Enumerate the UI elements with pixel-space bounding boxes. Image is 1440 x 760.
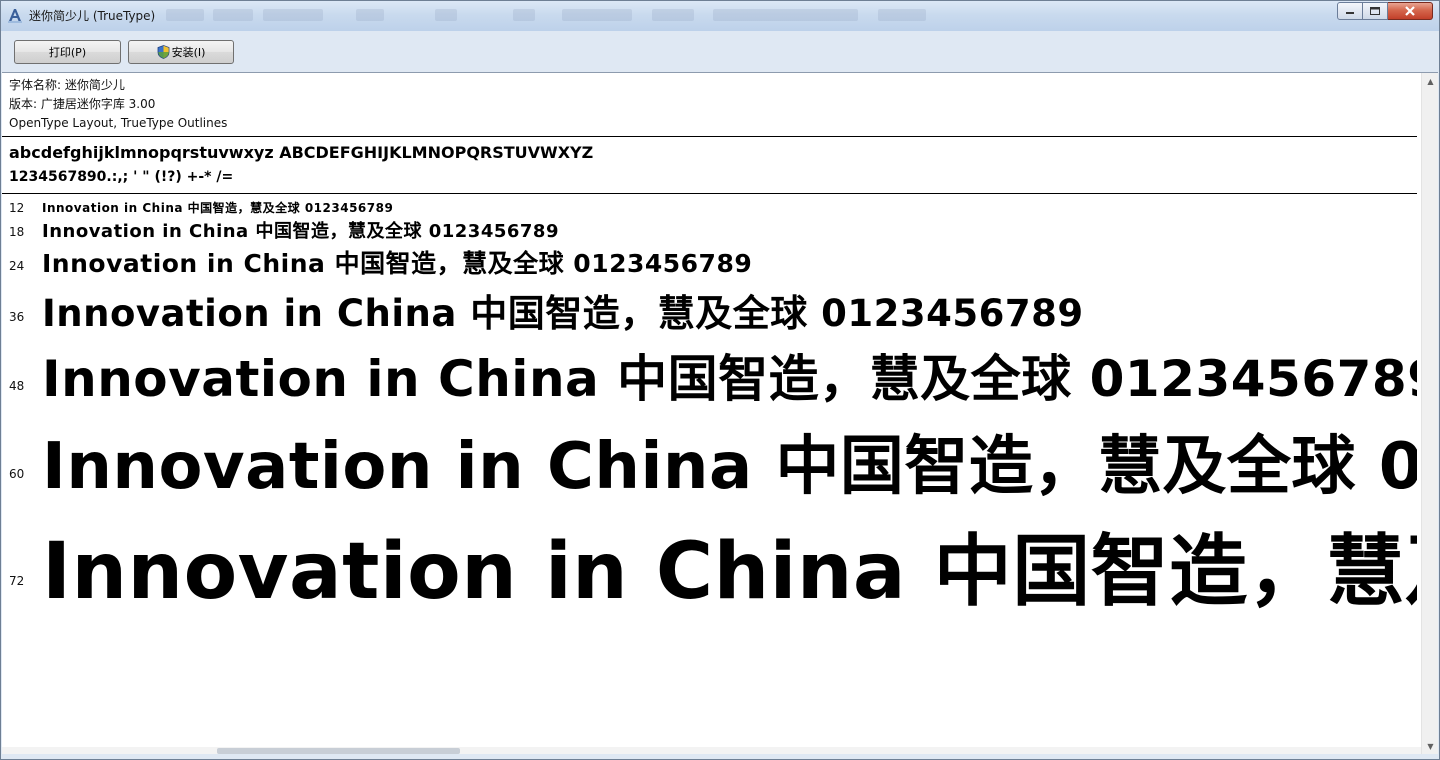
sample-text: Innovation in China 中国智造，慧及全球 0123456789: [42, 527, 1417, 613]
size-label: 36: [9, 310, 25, 324]
sample-text: Innovation in China 中国智造，慧及全球 0123456789: [42, 350, 1417, 405]
font-format-line: OpenType Layout, TrueType Outlines: [9, 116, 228, 130]
sample-row-12: 12 Innovation in China 中国智造，慧及全球 0123456…: [2, 197, 1417, 217]
blurred-background-tab: [263, 9, 323, 21]
blurred-background-tab: [878, 9, 926, 21]
window-controls: [1337, 2, 1433, 21]
sample-row-36: 36 Innovation in China 中国智造，慧及全球 0123456…: [2, 281, 1417, 333]
divider: [2, 193, 1417, 194]
blurred-background-tab: [562, 9, 632, 21]
sample-text: Innovation in China 中国智造，慧及全球 0123456789: [42, 249, 753, 278]
sample-row-60: 60 Innovation in China 中国智造，慧及全球 0123456…: [2, 409, 1417, 499]
blurred-background-tab: [166, 9, 204, 21]
sample-text: Innovation in China 中国智造，慧及全球 0123456789: [42, 430, 1417, 499]
window-title: 迷你简少儿 (TrueType): [29, 9, 156, 23]
install-button-label: 安装(I): [171, 46, 206, 59]
size-label: 60: [9, 467, 25, 481]
title-bar[interactable]: 迷你简少儿 (TrueType): [1, 1, 1439, 31]
sample-row-18: 18 Innovation in China 中国智造，慧及全球 0123456…: [2, 216, 1417, 242]
sample-text: Innovation in China 中国智造，慧及全球 0123456789: [42, 221, 559, 242]
font-viewer-window: 迷你简少儿 (TrueType) 打印(P) 安装(I) 字体名称: 迷你简少儿…: [0, 0, 1440, 760]
blurred-background-tab: [213, 9, 253, 21]
toolbar: 打印(P) 安装(I): [1, 31, 1439, 71]
uac-shield-icon: [157, 45, 169, 59]
sample-text: Innovation in China 中国智造，慧及全球 0123456789: [42, 292, 1084, 333]
charset-letters: abcdefghijklmnopqrstuvwxyz ABCDEFGHIJKLM…: [9, 143, 594, 162]
size-label: 12: [9, 201, 25, 215]
font-info: 字体名称: 迷你简少儿 版本: 广捷居迷你字库 3.00 OpenType La…: [9, 76, 227, 133]
sample-row-48: 48 Innovation in China 中国智造，慧及全球 0123456…: [2, 335, 1417, 405]
charset-digits: 1234567890.:,; ' " (!?) +-* /=: [9, 169, 234, 185]
blurred-background-tab: [513, 9, 535, 21]
scroll-up-arrow-icon[interactable]: ▲: [1422, 73, 1438, 90]
close-button[interactable]: [1388, 2, 1433, 20]
vertical-scrollbar[interactable]: ▲ ▼: [1421, 73, 1438, 755]
window-bottom-border: [1, 754, 1439, 759]
sample-row-24: 24 Innovation in China 中国智造，慧及全球 0123456…: [2, 243, 1417, 279]
install-button[interactable]: 安装(I): [128, 40, 234, 64]
divider: [2, 136, 1417, 137]
blurred-background-tab: [713, 9, 858, 21]
maximize-icon: [1370, 7, 1380, 15]
blurred-background-tab: [356, 9, 384, 21]
size-label: 24: [9, 259, 25, 273]
size-label: 72: [9, 574, 25, 588]
maximize-button[interactable]: [1363, 2, 1388, 20]
minimize-button[interactable]: [1337, 2, 1363, 20]
font-version-line: 版本: 广捷居迷你字库 3.00: [9, 97, 156, 111]
minimize-icon: [1346, 12, 1354, 14]
blurred-background-tab: [435, 9, 457, 21]
sample-text: Innovation in China 中国智造，慧及全球 0123456789: [42, 201, 394, 215]
size-label: 18: [9, 225, 25, 239]
font-app-icon: [8, 9, 22, 23]
sample-row-72: 72 Innovation in China 中国智造，慧及全球 0123456…: [2, 503, 1417, 613]
size-label: 48: [9, 379, 25, 393]
font-preview-pane[interactable]: 字体名称: 迷你简少儿 版本: 广捷居迷你字库 3.00 OpenType La…: [2, 72, 1438, 755]
scroll-down-arrow-icon[interactable]: ▼: [1422, 738, 1438, 755]
blurred-background-tab: [652, 9, 694, 21]
print-button[interactable]: 打印(P): [14, 40, 121, 64]
close-icon: [1405, 6, 1415, 16]
font-name-line: 字体名称: 迷你简少儿: [9, 78, 125, 92]
